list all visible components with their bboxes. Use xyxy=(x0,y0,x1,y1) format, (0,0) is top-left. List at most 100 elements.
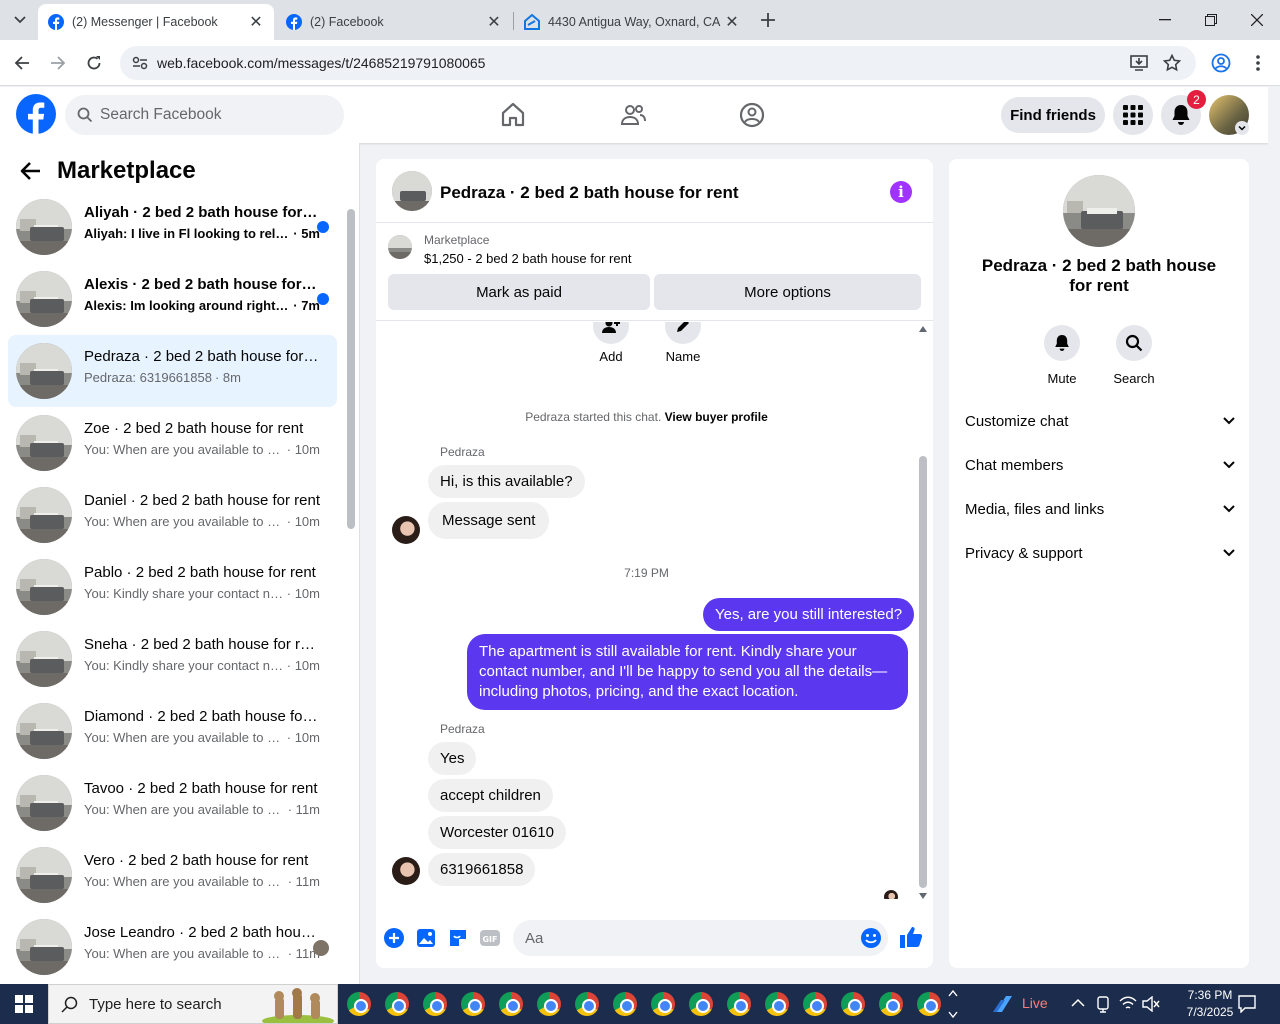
tab-search-dropdown[interactable] xyxy=(7,7,33,33)
conversation-item[interactable]: Pedraza · 2 bed 2 bath house for rent Ped… xyxy=(8,335,337,407)
live-label[interactable]: Live xyxy=(1022,995,1048,1011)
add-member-action[interactable]: Add xyxy=(581,322,641,364)
outgoing-message[interactable]: Yes, are you still interested? xyxy=(703,598,915,631)
view-buyer-profile-link[interactable]: View buyer profile xyxy=(665,410,768,424)
photo-icon[interactable] xyxy=(415,927,437,949)
tab-close-icon[interactable]: ✕ xyxy=(248,12,264,32)
find-friends-button[interactable]: Find friends xyxy=(1001,97,1105,133)
scroll-up-icon[interactable] xyxy=(919,326,927,332)
listing-title[interactable]: $1,250 - 2 bed 2 bath house for rent xyxy=(424,251,631,266)
page-scrollbar[interactable] xyxy=(1268,87,1280,984)
chat-avatar[interactable] xyxy=(392,171,432,211)
incoming-message[interactable]: Yes xyxy=(428,742,477,775)
privacy-support-section[interactable]: Privacy & support xyxy=(965,531,1235,575)
profile-icon[interactable] xyxy=(1208,50,1234,76)
listing-thumbnail[interactable] xyxy=(388,235,412,259)
volume-muted-icon[interactable] xyxy=(1142,996,1160,1012)
chrome-taskbar-icon[interactable] xyxy=(917,992,941,1016)
chrome-taskbar-icon[interactable] xyxy=(651,992,675,1016)
chrome-taskbar-icon[interactable] xyxy=(423,992,447,1016)
tab-messenger[interactable]: (2) Messenger | Facebook ✕ xyxy=(38,4,274,40)
more-options-button[interactable]: More options xyxy=(654,274,921,310)
account-avatar[interactable] xyxy=(1209,95,1249,135)
search-action[interactable]: Search xyxy=(1104,325,1164,386)
emoji-icon[interactable] xyxy=(860,927,882,949)
chrome-taskbar-icon[interactable] xyxy=(803,992,827,1016)
taskbar-scroll-icon[interactable] xyxy=(948,988,958,1020)
incoming-message[interactable]: accept children xyxy=(428,779,553,812)
scroll-down-icon[interactable] xyxy=(919,893,927,899)
forward-icon[interactable] xyxy=(45,50,71,76)
home-icon[interactable] xyxy=(499,101,527,129)
meerkat-widget-icon[interactable] xyxy=(261,987,335,1023)
chrome-taskbar-icon[interactable] xyxy=(879,992,903,1016)
conversation-item[interactable]: Zoe · 2 bed 2 bath house for rent You: Wh… xyxy=(8,407,337,479)
site-settings-icon[interactable] xyxy=(132,56,148,70)
sender-avatar[interactable] xyxy=(392,857,420,885)
reload-icon[interactable] xyxy=(81,50,107,76)
conversation-item[interactable]: Diamond · 2 bed 2 bath house for rent You… xyxy=(8,695,337,767)
sender-avatar[interactable] xyxy=(392,516,420,544)
chrome-taskbar-icon[interactable] xyxy=(385,992,409,1016)
details-avatar[interactable] xyxy=(1063,175,1135,247)
chrome-taskbar-icon[interactable] xyxy=(841,992,865,1016)
back-icon[interactable] xyxy=(9,50,35,76)
conversation-scrollbar[interactable] xyxy=(347,209,355,529)
chrome-taskbar-icon[interactable] xyxy=(765,992,789,1016)
media-files-links-section[interactable]: Media, files and links xyxy=(965,487,1235,531)
wifi-icon[interactable] xyxy=(1119,996,1137,1012)
action-center-icon[interactable] xyxy=(1238,995,1256,1013)
conversation-item[interactable]: Aliyah · 2 bed 2 bath house for rent Aliy… xyxy=(8,191,337,263)
incoming-message[interactable]: Worcester 01610 xyxy=(428,816,566,849)
conversation-item[interactable]: Alexis · 2 bed 2 bath house for rent Alex… xyxy=(8,263,337,335)
conversation-item[interactable]: Daniel · 2 bed 2 bath house for rent You:… xyxy=(8,479,337,551)
chat-members-section[interactable]: Chat members xyxy=(965,443,1235,487)
gif-icon[interactable]: GIF xyxy=(479,927,501,949)
taskbar-search-box[interactable]: Type here to search xyxy=(48,984,338,1024)
install-app-icon[interactable] xyxy=(1130,55,1148,71)
browser-menu-icon[interactable] xyxy=(1245,50,1271,76)
friends-icon[interactable] xyxy=(619,101,647,129)
chrome-taskbar-icon[interactable] xyxy=(537,992,561,1016)
incoming-message[interactable]: Message sent xyxy=(428,502,550,539)
groups-icon[interactable] xyxy=(738,101,766,129)
menu-grid-button[interactable] xyxy=(1113,95,1153,135)
chrome-taskbar-icon[interactable] xyxy=(727,992,751,1016)
new-tab-icon[interactable] xyxy=(755,7,781,33)
incoming-message[interactable]: Hi, is this available? xyxy=(428,465,585,498)
minimize-icon[interactable] xyxy=(1142,0,1188,40)
conversation-item[interactable]: Tavoo · 2 bed 2 bath house for rent You: … xyxy=(8,767,337,839)
facebook-logo-icon[interactable] xyxy=(16,94,56,134)
sticker-icon[interactable] xyxy=(447,927,469,949)
mute-action[interactable]: Mute xyxy=(1032,325,1092,386)
like-thumb-icon[interactable] xyxy=(899,925,923,949)
chrome-taskbar-icon[interactable] xyxy=(499,992,523,1016)
chat-scrollbar[interactable] xyxy=(919,456,927,888)
bookmark-star-icon[interactable] xyxy=(1163,54,1181,72)
tab-close-icon[interactable]: ✕ xyxy=(486,12,502,32)
conversation-item[interactable]: Jose Leandro · 2 bed 2 bath house for re… xyxy=(8,911,337,983)
message-input[interactable] xyxy=(513,920,888,956)
facebook-search-box[interactable]: Search Facebook xyxy=(65,95,344,135)
address-bar[interactable]: web.facebook.com/messages/t/246852197910… xyxy=(120,46,1196,80)
chat-title[interactable]: Pedraza · 2 bed 2 bath house for rent xyxy=(440,183,739,203)
back-arrow-icon[interactable] xyxy=(20,161,42,181)
plus-circle-icon[interactable] xyxy=(383,927,405,949)
restore-icon[interactable] xyxy=(1188,0,1234,40)
tab-zillow[interactable]: 4430 Antigua Way, Oxnard, CA ✕ xyxy=(514,4,750,40)
chrome-taskbar-icon[interactable] xyxy=(575,992,599,1016)
close-window-icon[interactable] xyxy=(1234,0,1280,40)
windows-start-icon[interactable] xyxy=(15,995,33,1013)
customize-chat-section[interactable]: Customize chat xyxy=(965,399,1235,443)
chrome-taskbar-icon[interactable] xyxy=(613,992,637,1016)
conversation-item[interactable]: Vero · 2 bed 2 bath house for rent You: W… xyxy=(8,839,337,911)
conversation-info-icon[interactable]: i xyxy=(890,181,912,203)
mark-as-paid-button[interactable]: Mark as paid xyxy=(388,274,650,310)
chrome-taskbar-icon[interactable] xyxy=(347,992,371,1016)
chevron-up-icon[interactable] xyxy=(1071,998,1085,1008)
live-sports-icon[interactable] xyxy=(992,994,1016,1014)
incoming-message[interactable]: 6319661858 xyxy=(428,853,536,886)
name-action[interactable]: Name xyxy=(653,322,713,364)
tab-close-icon[interactable]: ✕ xyxy=(724,12,740,32)
meet-now-icon[interactable] xyxy=(1095,995,1111,1013)
